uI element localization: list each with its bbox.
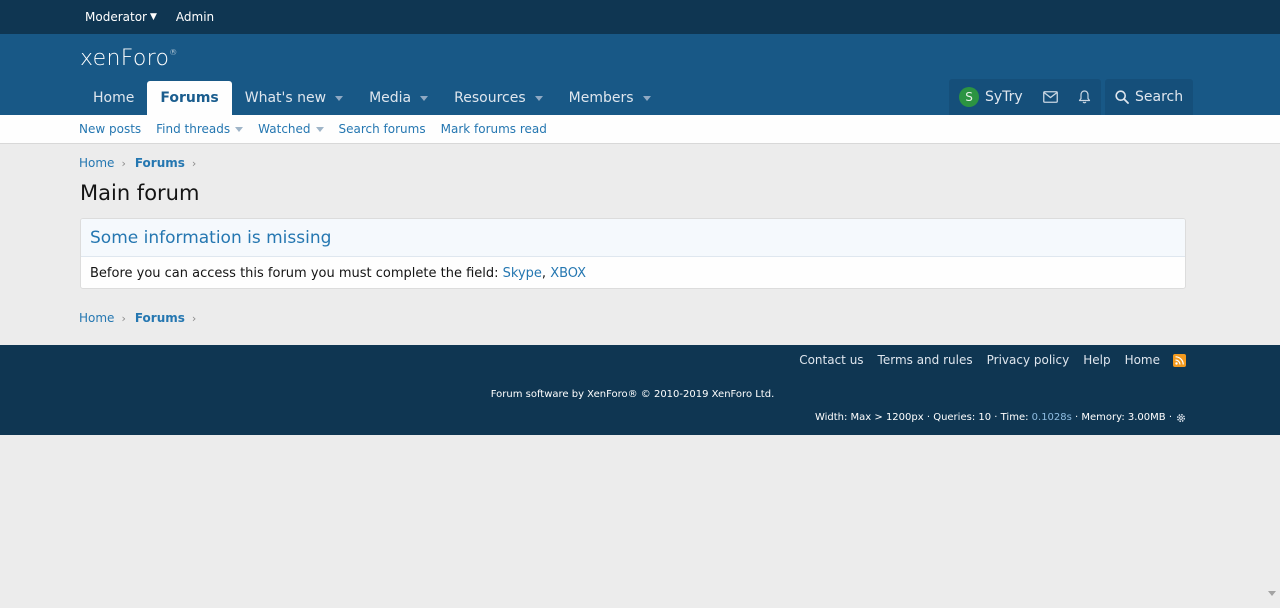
- site-logo[interactable]: xenForo®: [80, 46, 178, 71]
- breadcrumb-home[interactable]: Home: [79, 156, 114, 170]
- sub-nav-search-forums[interactable]: Search forums: [339, 122, 426, 136]
- footer-links: Contact us Terms and rules Privacy polic…: [785, 353, 1186, 367]
- sub-nav-label: Watched: [258, 122, 311, 136]
- nav-tab-resources[interactable]: Resources: [441, 81, 556, 115]
- chevron-right-icon: ›: [121, 156, 126, 170]
- search-icon: [1115, 90, 1129, 104]
- username: SyTry: [985, 89, 1023, 105]
- search-button[interactable]: Search: [1105, 79, 1193, 115]
- logo-text: xenForo: [80, 46, 170, 71]
- logo-registered-mark: ®: [169, 48, 178, 57]
- breadcrumb-bottom: Home › Forums ›: [79, 311, 205, 325]
- avatar: S: [959, 87, 979, 107]
- chevron-down-icon[interactable]: [335, 95, 344, 101]
- nav-tab-label: Home: [93, 90, 135, 106]
- debug-info: Width: Max > 1200px · Queries: 10 · Time…: [815, 412, 1186, 423]
- nav-tab-members[interactable]: Members: [556, 81, 664, 115]
- nav-tab-whats-new[interactable]: What's new: [232, 81, 356, 115]
- breadcrumb-home[interactable]: Home: [79, 311, 114, 325]
- sub-nav-watched[interactable]: Watched: [258, 122, 324, 136]
- sub-nav-mark-forums-read[interactable]: Mark forums read: [441, 122, 547, 136]
- site-footer: Contact us Terms and rules Privacy polic…: [0, 345, 1280, 435]
- nav-tab-label: What's new: [244, 90, 327, 106]
- nav-tab-label: Forums: [160, 90, 219, 106]
- debug-suffix: · Memory: 3.00MB ·: [1071, 412, 1172, 423]
- chevron-right-icon: ›: [121, 311, 126, 325]
- notice-body: Before you can access this forum you mus…: [81, 257, 1185, 288]
- conversations-button[interactable]: [1033, 79, 1068, 115]
- sub-nav-find-threads[interactable]: Find threads: [156, 122, 244, 136]
- sub-nav-new-posts[interactable]: New posts: [79, 122, 141, 136]
- nav-tab-label: Media: [369, 90, 412, 106]
- envelope-icon: [1042, 91, 1058, 103]
- chevron-right-icon: ›: [191, 156, 197, 170]
- footer-link-home[interactable]: Home: [1125, 353, 1160, 367]
- chevron-down-icon[interactable]: [642, 95, 651, 101]
- nav-tab-home[interactable]: Home: [80, 81, 147, 115]
- search-label: Search: [1135, 89, 1184, 105]
- footer-link-terms[interactable]: Terms and rules: [878, 353, 973, 367]
- account-menu[interactable]: S SyTry: [949, 79, 1033, 115]
- main-nav: Home Forums What's new Media Resources M…: [80, 81, 664, 115]
- chevron-down-icon[interactable]: [235, 126, 244, 132]
- alerts-button[interactable]: [1068, 79, 1101, 115]
- chevron-right-icon: ›: [191, 311, 197, 325]
- field-separator: ,: [541, 265, 551, 281]
- rss-icon[interactable]: [1173, 353, 1186, 367]
- gear-glyph-icon: [1177, 413, 1185, 422]
- footer-link-privacy[interactable]: Privacy policy: [987, 353, 1070, 367]
- caret-down-icon: ▼: [149, 12, 157, 22]
- copyright: Forum software by XenForo® © 2010-2019 X…: [490, 389, 775, 400]
- nav-tab-label: Resources: [454, 90, 526, 106]
- sub-nav: New posts Find threads Watched Search fo…: [0, 115, 1280, 144]
- debug-prefix: Width: Max > 1200px · Queries: 10 · Time…: [814, 412, 1032, 423]
- footer-link-contact[interactable]: Contact us: [799, 353, 863, 367]
- chevron-down-icon[interactable]: [534, 95, 543, 101]
- breadcrumb: Home › Forums ›: [79, 156, 205, 170]
- moderator-label: Moderator: [85, 10, 147, 24]
- nav-tab-media[interactable]: Media: [356, 81, 441, 115]
- sub-nav-label: Find threads: [156, 122, 231, 136]
- gear-icon[interactable]: [1176, 413, 1186, 423]
- notice-header: Some information is missing: [81, 219, 1185, 257]
- field-link-xbox[interactable]: XBOX: [550, 266, 586, 281]
- scrollbar-down-arrow-icon[interactable]: [1268, 591, 1276, 596]
- field-link-skype[interactable]: Skype: [503, 266, 542, 281]
- debug-time-link[interactable]: 0.1028s: [1032, 412, 1072, 423]
- search-nav: Search: [1105, 79, 1194, 115]
- nav-tab-label: Members: [568, 90, 634, 106]
- rss-glyph-icon: [1175, 355, 1184, 365]
- chevron-down-icon[interactable]: [420, 95, 429, 101]
- bell-icon: [1078, 90, 1090, 104]
- page-title: Main forum: [80, 181, 200, 205]
- nav-tab-forums[interactable]: Forums: [147, 81, 232, 115]
- admin-link[interactable]: Admin: [176, 10, 214, 24]
- footer-link-help[interactable]: Help: [1083, 353, 1110, 367]
- chevron-down-icon[interactable]: [315, 126, 324, 132]
- notice-message: Before you can access this forum you mus…: [90, 265, 503, 281]
- moderator-menu[interactable]: Moderator ▼: [85, 10, 157, 24]
- staff-bar: Moderator ▼ Admin: [0, 0, 1280, 34]
- breadcrumb-forums[interactable]: Forums: [135, 156, 185, 170]
- breadcrumb-forums[interactable]: Forums: [135, 311, 185, 325]
- notice-block: Some information is missing Before you c…: [80, 218, 1186, 289]
- user-nav: S SyTry: [949, 79, 1101, 115]
